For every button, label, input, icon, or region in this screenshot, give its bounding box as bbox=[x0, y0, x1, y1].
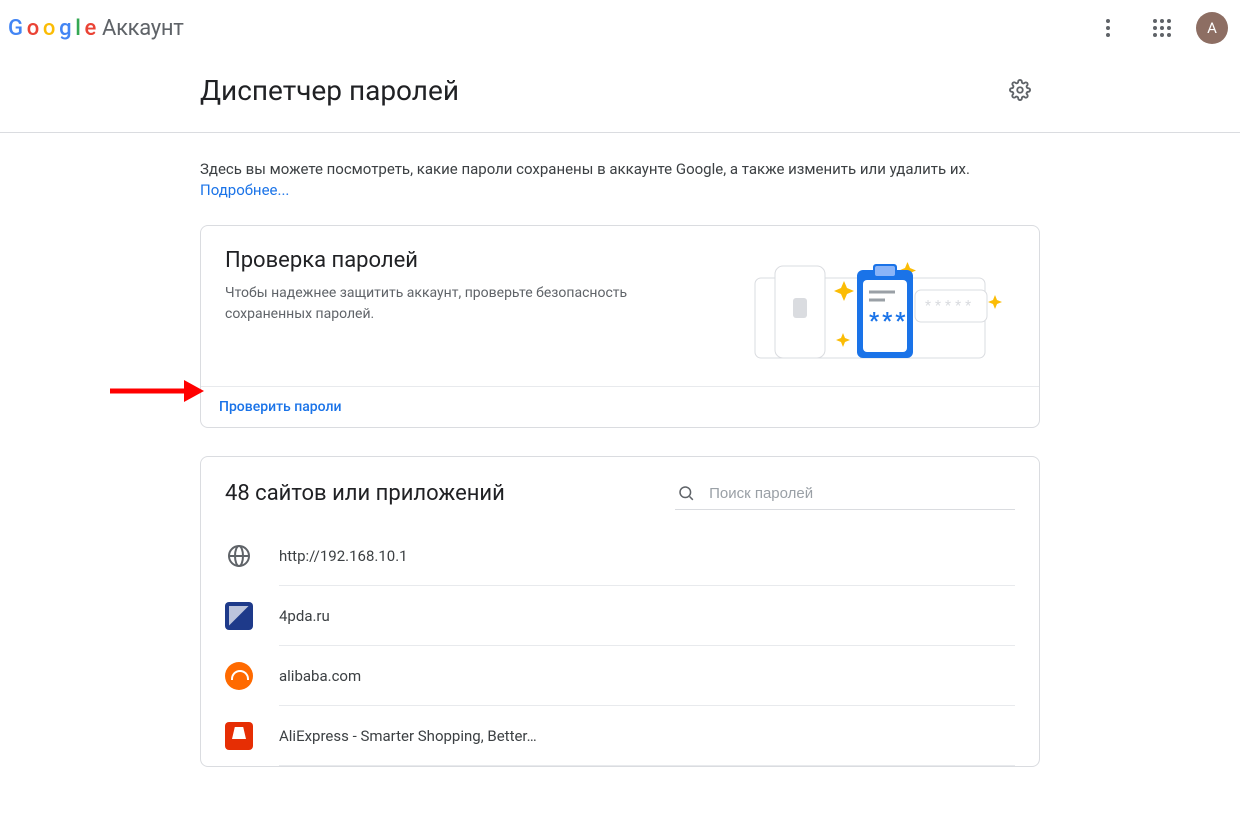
password-row-label: alibaba.com bbox=[279, 663, 1015, 706]
svg-text:*****: ***** bbox=[925, 298, 975, 314]
more-options-button[interactable] bbox=[1088, 8, 1128, 48]
password-row[interactable]: AliExpress - Smarter Shopping, Better… bbox=[225, 706, 1015, 766]
check-passwords-link[interactable]: Проверить пароли bbox=[219, 399, 341, 415]
avatar-initial: А bbox=[1207, 19, 1217, 37]
password-row[interactable]: http://192.168.10.1 bbox=[225, 526, 1015, 586]
apps-grid-icon bbox=[1153, 19, 1171, 37]
google-apps-button[interactable] bbox=[1142, 8, 1182, 48]
password-checkup-card: Проверка паролей Чтобы надежнее защитить… bbox=[200, 225, 1040, 428]
gear-icon bbox=[1009, 79, 1031, 101]
page-title: Диспетчер паролей bbox=[200, 74, 459, 107]
password-row-label: AliExpress - Smarter Shopping, Better… bbox=[279, 723, 1015, 766]
password-row[interactable]: alibaba.com bbox=[225, 646, 1015, 706]
avatar[interactable]: А bbox=[1196, 12, 1228, 44]
svg-text:***: *** bbox=[869, 309, 908, 334]
settings-button[interactable] bbox=[1000, 70, 1040, 110]
site-favicon-icon bbox=[225, 662, 253, 690]
password-row-label: http://192.168.10.1 bbox=[279, 543, 1015, 586]
password-search[interactable] bbox=[675, 477, 1015, 510]
password-list-heading: 48 сайтов или приложений bbox=[225, 481, 505, 506]
logo-letter-g2: g bbox=[59, 16, 71, 41]
intro-text: Здесь вы можете посмотреть, какие пароли… bbox=[200, 159, 1040, 201]
more-vert-icon bbox=[1106, 19, 1110, 37]
logo-letter-o1: o bbox=[27, 16, 39, 41]
password-row-label: 4pda.ru bbox=[279, 603, 1015, 646]
learn-more-link[interactable]: Подробнее... bbox=[200, 181, 289, 199]
password-list-card: 48 сайтов или приложений http://192.168.… bbox=[200, 456, 1040, 767]
google-account-logo[interactable]: Google Аккаунт bbox=[8, 16, 184, 41]
search-icon bbox=[677, 483, 695, 503]
site-favicon-icon bbox=[225, 542, 253, 570]
checkup-title: Проверка паролей bbox=[225, 248, 719, 273]
logo-letter-o2: o bbox=[43, 16, 55, 41]
checkup-illustration: ***** *** bbox=[735, 248, 1015, 368]
checkup-description: Чтобы надежнее защитить аккаунт, проверь… bbox=[225, 283, 645, 325]
logo-letter-e: e bbox=[85, 16, 96, 41]
site-favicon-icon bbox=[225, 722, 253, 750]
password-search-input[interactable] bbox=[709, 485, 1013, 502]
logo-letter-l: l bbox=[75, 16, 80, 41]
logo-letter-g: G bbox=[8, 16, 23, 41]
logo-suffix: Аккаунт bbox=[102, 16, 184, 41]
site-favicon-icon bbox=[225, 602, 253, 630]
password-row[interactable]: 4pda.ru bbox=[225, 586, 1015, 646]
annotation-arrow bbox=[108, 376, 204, 406]
